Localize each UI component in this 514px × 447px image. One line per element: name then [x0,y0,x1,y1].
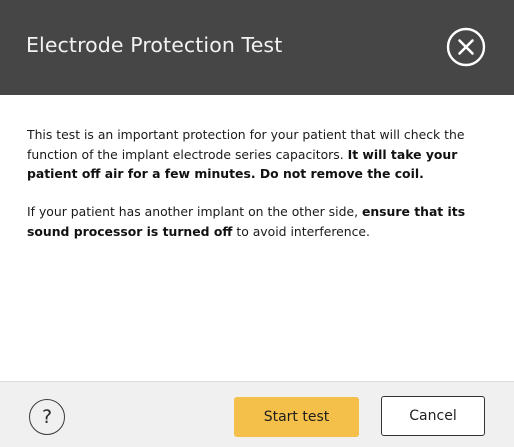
dialog-title: Electrode Protection Test [26,33,283,57]
dialog-header: Electrode Protection Test [0,0,514,95]
help-icon: ? [41,406,53,428]
cancel-button[interactable]: Cancel [381,396,485,436]
dialog-body: This test is an important protection for… [0,95,514,381]
dialog-footer: ? Start test Cancel [0,381,514,447]
help-button[interactable]: ? [29,399,65,435]
close-button[interactable] [446,27,486,67]
close-circle-icon [446,27,486,67]
start-test-button[interactable]: Start test [234,397,359,437]
interference-paragraph: If your patient has another implant on t… [27,202,497,241]
interference-text-start: If your patient has another implant on t… [27,204,362,219]
electrode-protection-dialog: Electrode Protection Test This test is a… [0,0,514,447]
interference-text-end: to avoid interference. [232,223,370,239]
instruction-paragraph: This test is an important protection for… [27,125,497,184]
